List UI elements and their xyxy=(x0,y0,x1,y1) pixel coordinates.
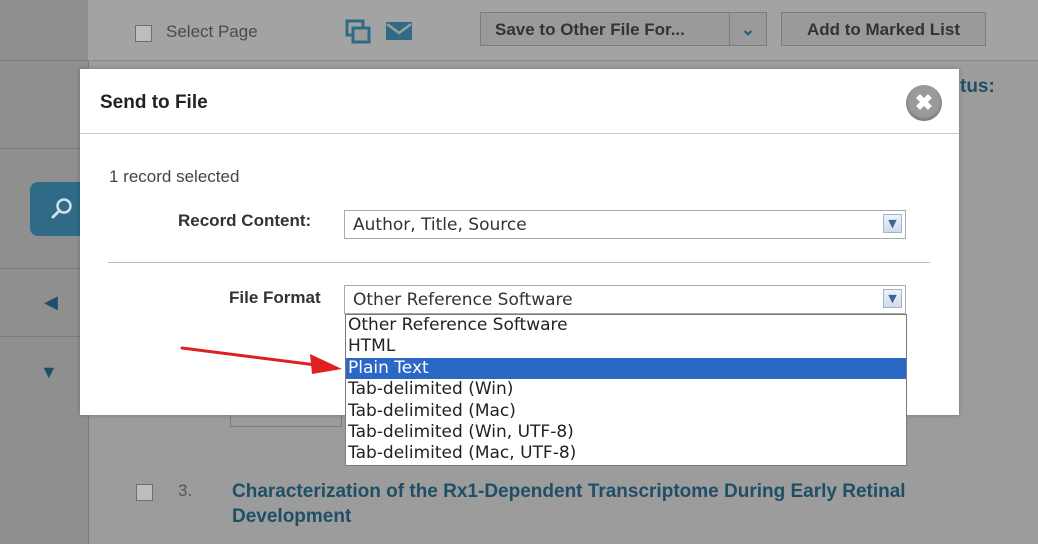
close-icon: ✖ xyxy=(914,90,934,115)
file-format-option[interactable]: Tab-delimited (Win) xyxy=(346,379,906,400)
dialog-title: Send to File xyxy=(100,92,208,113)
email-icon[interactable] xyxy=(385,21,413,41)
file-format-label: File Format xyxy=(229,288,321,307)
dialog-divider xyxy=(108,262,930,263)
record-content-select[interactable]: Author, Title, Source ▼ xyxy=(344,210,906,239)
file-format-option[interactable]: Other Reference Software xyxy=(346,315,906,336)
file-format-option[interactable]: HTML xyxy=(346,336,906,357)
file-format-option[interactable]: Tab-delimited (Mac) xyxy=(346,401,906,422)
file-format-dropdown-list: Other Reference Software HTML Plain Text… xyxy=(345,314,907,466)
add-to-marked-list-label: Add to Marked List xyxy=(806,20,960,39)
result-number: 3. xyxy=(178,481,193,500)
record-content-value: Author, Title, Source xyxy=(353,215,527,235)
add-to-marked-list-button[interactable]: Add to Marked List xyxy=(781,12,986,46)
chevron-down-icon[interactable]: ▼ xyxy=(883,289,902,308)
file-format-option[interactable]: Tab-delimited (Win, UTF-8) xyxy=(346,422,906,443)
file-format-option[interactable]: Tab-delimited (Mac, UTF-8) xyxy=(346,443,906,464)
search-icon xyxy=(51,198,72,219)
rail-divider xyxy=(0,268,88,269)
file-format-select[interactable]: Other Reference Software ▼ xyxy=(344,285,906,314)
file-format-option-highlighted[interactable]: Plain Text xyxy=(346,357,906,380)
select-page-label: Select Page xyxy=(166,22,258,41)
partial-heading-text: tus: xyxy=(960,76,995,97)
expand-down-icon[interactable]: ▼ xyxy=(40,362,58,383)
annotation-arrow-icon xyxy=(180,346,342,374)
rail-divider xyxy=(0,60,88,61)
chevron-down-icon[interactable]: ▼ xyxy=(883,214,902,233)
rail-divider xyxy=(0,148,88,149)
rail-divider xyxy=(0,336,88,337)
left-rail: ◀ ▼ xyxy=(0,0,89,544)
dialog-header: Send to File ✖ xyxy=(80,69,959,134)
save-to-other-file-label: Save to Other File For... xyxy=(495,20,685,39)
result-title-link[interactable]: Characterization of the Rx1-Dependent Tr… xyxy=(232,479,1022,529)
save-to-other-file-button[interactable]: Save to Other File For... ⌄ xyxy=(480,12,767,46)
collapse-left-icon[interactable]: ◀ xyxy=(44,292,58,313)
select-page-checkbox[interactable] xyxy=(135,25,152,42)
file-format-value: Other Reference Software xyxy=(353,290,573,310)
chevron-down-icon[interactable]: ⌄ xyxy=(729,13,766,45)
records-selected-text: 1 record selected xyxy=(109,167,240,186)
close-button[interactable]: ✖ xyxy=(906,85,942,121)
print-icon[interactable] xyxy=(345,19,371,45)
result-checkbox[interactable] xyxy=(136,484,153,501)
record-content-label: Record Content: xyxy=(178,211,312,230)
